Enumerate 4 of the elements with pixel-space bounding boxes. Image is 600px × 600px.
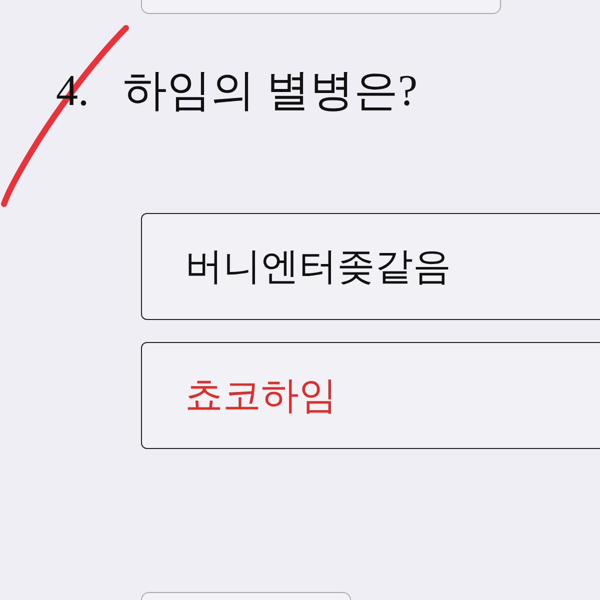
answer-box[interactable]	[141, 0, 501, 14]
question-text: 하임의 별병은?	[123, 64, 418, 116]
answer-option[interactable]: 쵸코하임	[141, 342, 600, 449]
answer-option[interactable]: 버니엔터좆같음	[141, 213, 600, 320]
